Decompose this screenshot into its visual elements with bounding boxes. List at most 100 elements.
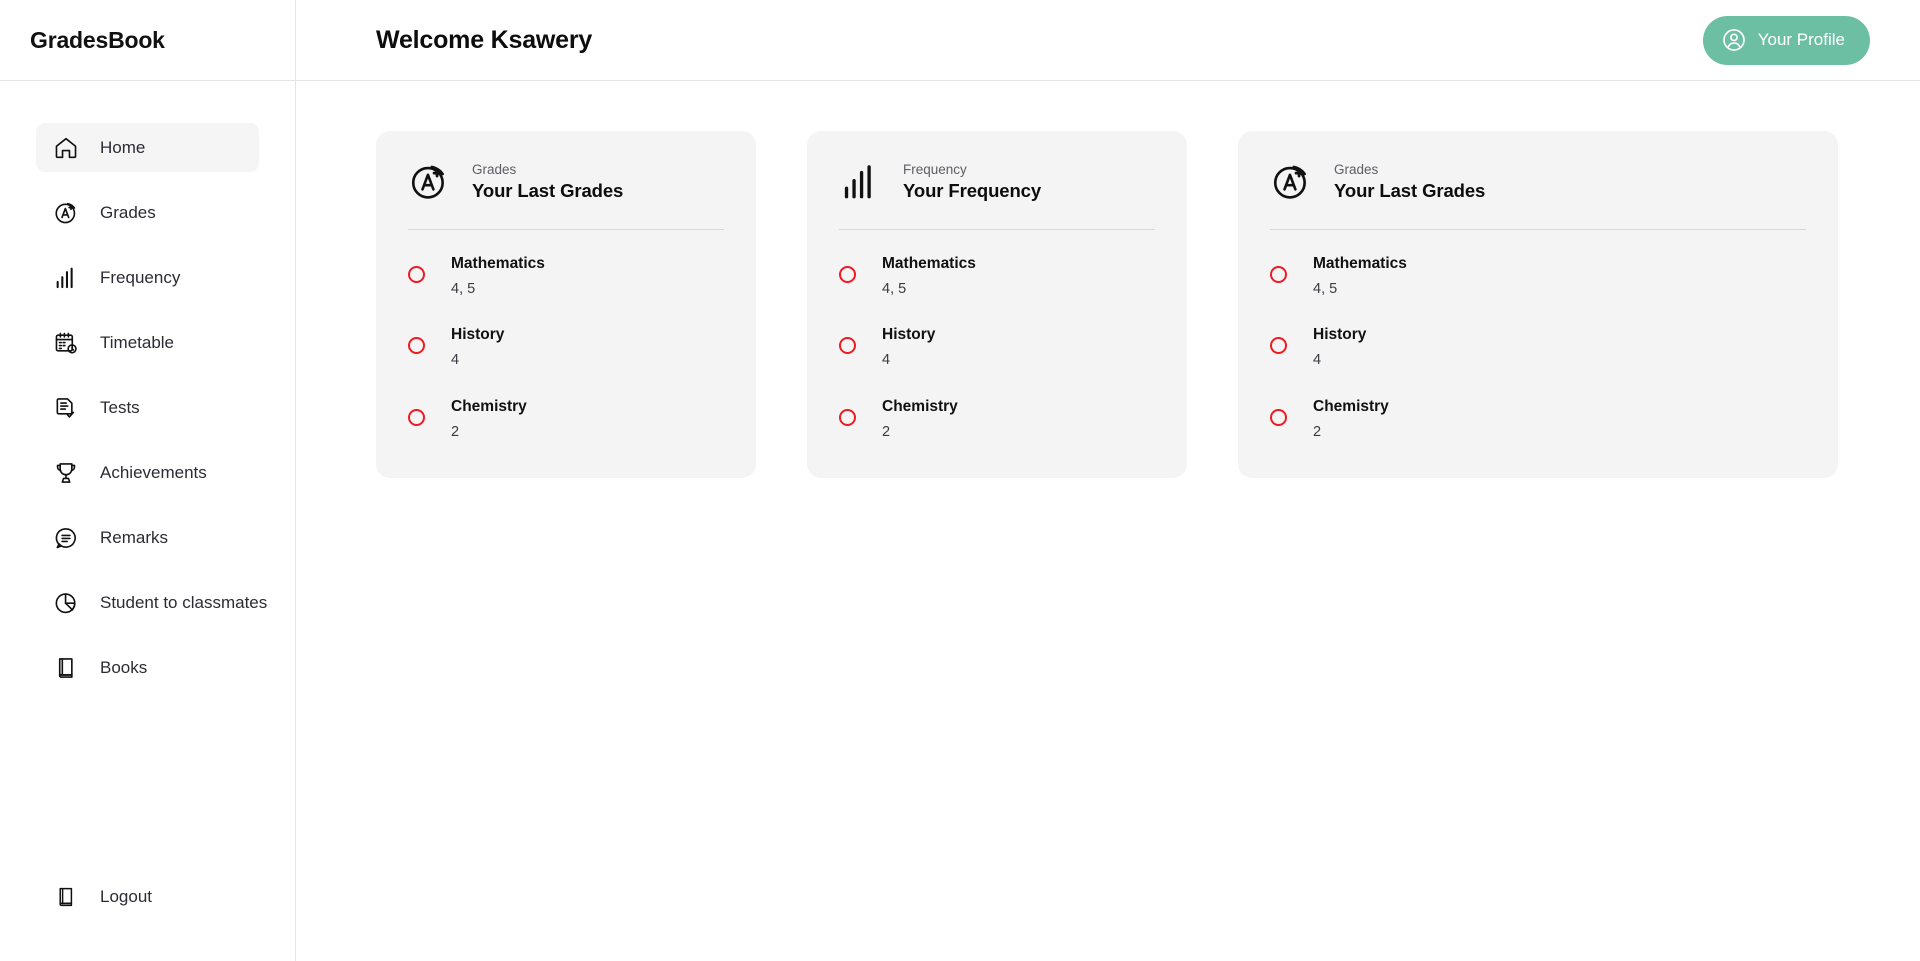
sidebar-item-label: Achievements bbox=[100, 462, 207, 482]
sidebar-item-label: Timetable bbox=[100, 332, 175, 352]
list-item: History 4 bbox=[1270, 323, 1806, 372]
sidebar-item-achievements[interactable]: Achievements bbox=[36, 448, 259, 497]
app-root: GradesBook Home Grades Frequency Timetable T… bbox=[0, 0, 1920, 961]
list-item-text: Mathematics 4, 5 bbox=[451, 252, 545, 301]
list-item-text: Chemistry 2 bbox=[1313, 395, 1389, 444]
subject-grades: 4, 5 bbox=[882, 281, 907, 298]
subject-name: Mathematics bbox=[882, 255, 976, 273]
list-item: Mathematics 4, 5 bbox=[1270, 252, 1806, 301]
card-header-text: Grades Your Last Grades bbox=[472, 161, 623, 203]
card-eyebrow: Grades bbox=[472, 162, 517, 177]
list-item: Chemistry 2 bbox=[839, 395, 1155, 444]
subject-grades: 4 bbox=[882, 352, 891, 369]
grade-a-plus-icon bbox=[53, 200, 79, 226]
card-header: Grades Your Last Grades bbox=[408, 161, 724, 203]
status-circle-icon bbox=[1270, 337, 1287, 355]
logout-area: Logout bbox=[0, 872, 295, 961]
home-icon bbox=[53, 135, 79, 161]
dashboard-card: Grades Your Last Grades Mathematics 4, 5 His… bbox=[1238, 131, 1838, 478]
profile-button-label: Your Profile bbox=[1757, 30, 1845, 49]
brand: GradesBook bbox=[0, 0, 295, 81]
subject-name: History bbox=[882, 326, 936, 344]
sidebar-item-books[interactable]: Books bbox=[36, 643, 259, 692]
status-circle-icon bbox=[839, 337, 856, 355]
subject-name: History bbox=[451, 326, 505, 344]
subject-grades: 4, 5 bbox=[451, 281, 476, 298]
subject-name: Mathematics bbox=[1313, 255, 1407, 273]
sidebar-item-label: Frequency bbox=[100, 267, 181, 287]
sidebar-item-home[interactable]: Home bbox=[36, 123, 259, 172]
list-item-text: Mathematics 4, 5 bbox=[1313, 252, 1407, 301]
pie-chart-icon bbox=[53, 590, 79, 616]
list-item-text: History 4 bbox=[1313, 323, 1366, 372]
card-title: Your Last Grades bbox=[472, 180, 624, 202]
list-item-text: History 4 bbox=[882, 323, 935, 372]
calendar-clock-icon bbox=[53, 330, 79, 356]
sidebar-item-label: Student to classmates bbox=[100, 592, 268, 612]
card-list: Mathematics 4, 5 History 4 Chemistry 2 bbox=[1270, 230, 1806, 444]
subject-name: Chemistry bbox=[882, 397, 958, 415]
main-area: Welcome Ksawery Your Profile Grades Your … bbox=[296, 0, 1920, 961]
bar-chart-icon bbox=[839, 161, 881, 203]
status-circle-icon bbox=[408, 408, 425, 426]
sidebar-item-label: Books bbox=[100, 657, 148, 677]
dashboard-card: Frequency Your Frequency Mathematics 4, 5 Hi… bbox=[807, 131, 1187, 478]
trophy-icon bbox=[53, 460, 79, 486]
subject-grades: 4 bbox=[1313, 352, 1322, 369]
subject-name: Chemistry bbox=[1313, 397, 1389, 415]
dashboard-content: Grades Your Last Grades Mathematics 4, 5 His… bbox=[296, 81, 1920, 478]
card-header-text: Frequency Your Frequency bbox=[903, 161, 1041, 203]
list-item: Mathematics 4, 5 bbox=[839, 252, 1155, 301]
card-header: Grades Your Last Grades bbox=[1270, 161, 1806, 203]
subject-grades: 2 bbox=[882, 423, 891, 440]
list-item: History 4 bbox=[408, 323, 724, 372]
sidebar-item-label: Tests bbox=[100, 397, 140, 417]
cards-row: Grades Your Last Grades Mathematics 4, 5 His… bbox=[376, 131, 1840, 478]
sidebar-item-remarks[interactable]: Remarks bbox=[36, 513, 259, 562]
card-title: Your Last Grades bbox=[1334, 180, 1486, 202]
grade-a-plus-icon bbox=[1270, 161, 1312, 203]
status-circle-icon bbox=[839, 266, 856, 284]
page-title: Welcome Ksawery bbox=[376, 25, 593, 54]
sidebar-item-label: Grades bbox=[100, 202, 156, 222]
user-circle-icon bbox=[1721, 27, 1747, 53]
card-header: Frequency Your Frequency bbox=[839, 161, 1155, 203]
sidebar-item-logout[interactable]: Logout bbox=[36, 872, 259, 921]
subject-name: Chemistry bbox=[451, 397, 527, 415]
list-item-text: Mathematics 4, 5 bbox=[882, 252, 976, 301]
status-circle-icon bbox=[839, 408, 856, 426]
your-profile-button[interactable]: Your Profile bbox=[1702, 15, 1870, 65]
brand-title: GradesBook bbox=[30, 26, 165, 53]
bar-chart-icon bbox=[53, 265, 79, 291]
card-eyebrow: Frequency bbox=[903, 162, 967, 177]
subject-name: History bbox=[1313, 326, 1367, 344]
subject-grades: 2 bbox=[451, 423, 460, 440]
list-item-text: Chemistry 2 bbox=[882, 395, 958, 444]
sidebar-item-student-to-classmates[interactable]: Student to classmates bbox=[36, 578, 267, 627]
sidebar-item-frequency[interactable]: Frequency bbox=[36, 253, 259, 302]
card-eyebrow: Grades bbox=[1334, 162, 1379, 177]
status-circle-icon bbox=[408, 337, 425, 355]
card-list: Mathematics 4, 5 History 4 Chemistry 2 bbox=[839, 230, 1155, 444]
subject-grades: 4, 5 bbox=[1313, 281, 1338, 298]
sidebar: GradesBook Home Grades Frequency Timetable T… bbox=[0, 0, 296, 961]
card-list: Mathematics 4, 5 History 4 Chemistry 2 bbox=[408, 230, 724, 444]
card-title: Your Frequency bbox=[903, 180, 1042, 202]
list-item: Mathematics 4, 5 bbox=[408, 252, 724, 301]
book-icon bbox=[53, 655, 79, 681]
chat-bubble-icon bbox=[53, 525, 79, 551]
sidebar-item-label: Remarks bbox=[100, 527, 169, 547]
list-item-text: Chemistry 2 bbox=[451, 395, 527, 444]
sidebar-item-label: Home bbox=[100, 137, 146, 157]
list-item: History 4 bbox=[839, 323, 1155, 372]
sidebar-item-tests[interactable]: Tests bbox=[36, 383, 259, 432]
list-item: Chemistry 2 bbox=[408, 395, 724, 444]
status-circle-icon bbox=[1270, 266, 1287, 284]
dashboard-card: Grades Your Last Grades Mathematics 4, 5 His… bbox=[376, 131, 756, 478]
sidebar-item-grades[interactable]: Grades bbox=[36, 188, 259, 237]
subject-grades: 2 bbox=[1313, 423, 1322, 440]
status-circle-icon bbox=[408, 266, 425, 284]
subject-name: Mathematics bbox=[451, 255, 545, 273]
list-item-text: History 4 bbox=[451, 323, 504, 372]
sidebar-item-timetable[interactable]: Timetable bbox=[36, 318, 259, 367]
